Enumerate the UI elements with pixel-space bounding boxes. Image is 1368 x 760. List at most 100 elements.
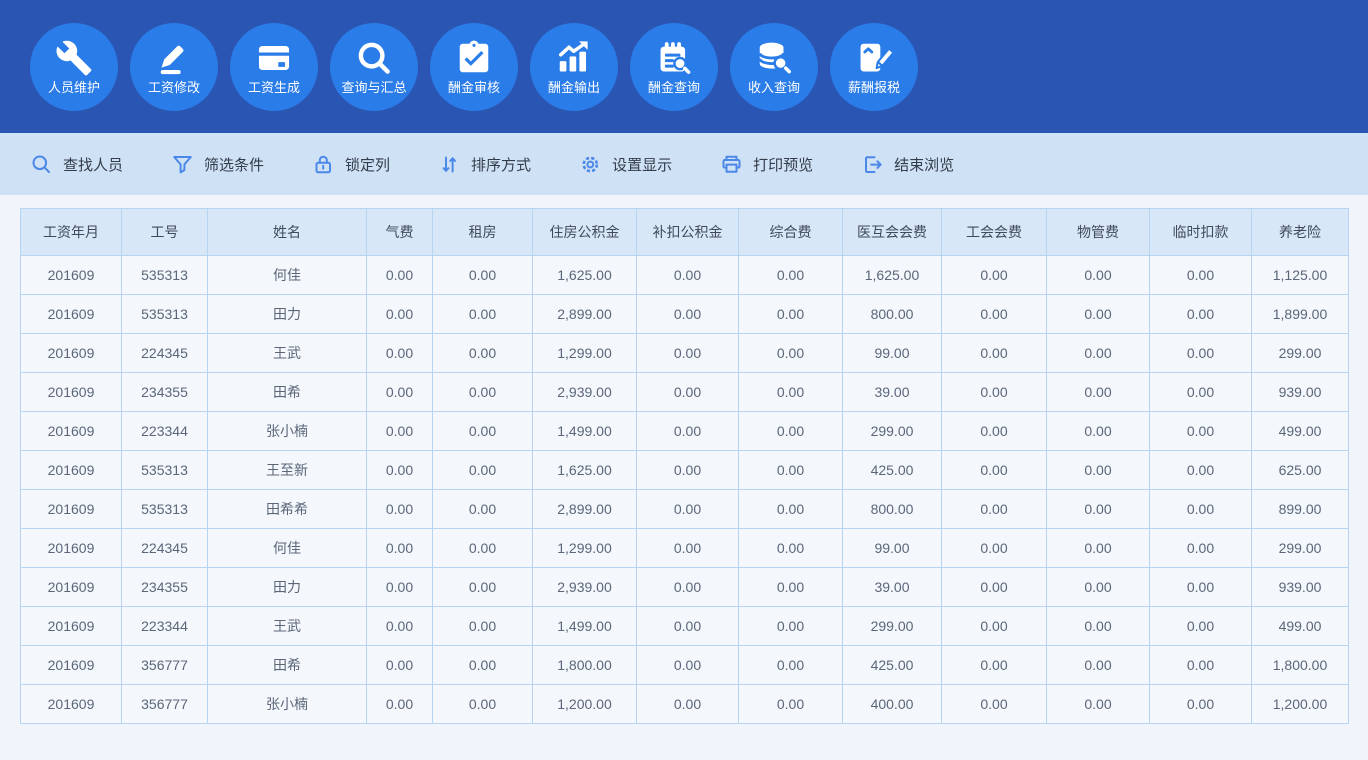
table-cell: 0.00 <box>1047 529 1150 568</box>
table-row[interactable]: 201609356777张小楠0.000.001,200.000.000.004… <box>21 685 1349 724</box>
table-row[interactable]: 201609223344王武0.000.001,499.000.000.0029… <box>21 607 1349 646</box>
column-header[interactable]: 租房 <box>433 209 533 256</box>
column-header[interactable]: 姓名 <box>208 209 367 256</box>
table-cell: 535313 <box>122 490 208 529</box>
column-header[interactable]: 医互会会费 <box>843 209 942 256</box>
table-cell: 201609 <box>21 373 122 412</box>
table-cell: 王至新 <box>208 451 367 490</box>
table-cell: 0.00 <box>1150 256 1252 295</box>
ribbon-button-label: 人员维护 <box>48 80 100 95</box>
ribbon-button-tax-report[interactable]: 薪酬报税 <box>830 23 918 111</box>
gear-icon <box>579 153 602 176</box>
table-cell: 何佳 <box>208 256 367 295</box>
table-cell: 何佳 <box>208 529 367 568</box>
ribbon-button-query-summary[interactable]: 查询与汇总 <box>330 23 418 111</box>
table-cell: 0.00 <box>1047 295 1150 334</box>
table-cell: 800.00 <box>843 490 942 529</box>
column-header[interactable]: 养老险 <box>1252 209 1349 256</box>
ribbon-button-pay-output[interactable]: 酬金输出 <box>530 23 618 111</box>
column-header[interactable]: 住房公积金 <box>533 209 637 256</box>
table-cell: 0.00 <box>637 295 739 334</box>
toolbar-item-find-person[interactable]: 查找人员 <box>30 153 123 176</box>
table-cell: 224345 <box>122 529 208 568</box>
table-cell: 0.00 <box>367 685 433 724</box>
toolbar-item-label: 锁定列 <box>345 154 390 175</box>
ribbon-button-income-query[interactable]: 收入查询 <box>730 23 818 111</box>
table-cell: 0.00 <box>433 490 533 529</box>
table-row[interactable]: 201609535313田希希0.000.002,899.000.000.008… <box>21 490 1349 529</box>
table-cell: 0.00 <box>739 451 843 490</box>
notepad-search-icon <box>655 39 693 77</box>
column-header[interactable]: 物管费 <box>1047 209 1150 256</box>
ribbon-button-pay-query[interactable]: 酬金查询 <box>630 23 718 111</box>
column-header[interactable]: 气费 <box>367 209 433 256</box>
column-header[interactable]: 工资年月 <box>21 209 122 256</box>
table-row[interactable]: 201609234355田力0.000.002,939.000.000.0039… <box>21 568 1349 607</box>
table-cell: 0.00 <box>942 568 1047 607</box>
column-header[interactable]: 补扣公积金 <box>637 209 739 256</box>
table-cell: 356777 <box>122 685 208 724</box>
ribbon-button-salary-edit[interactable]: 工资修改 <box>130 23 218 111</box>
clipboard-check-icon <box>455 39 493 77</box>
toolbar-item-label: 筛选条件 <box>204 154 264 175</box>
table-row[interactable]: 201609535313田力0.000.002,899.000.000.0080… <box>21 295 1349 334</box>
table-cell: 0.00 <box>1047 685 1150 724</box>
toolbar-item-end-browse[interactable]: 结束浏览 <box>861 153 954 176</box>
table-cell: 625.00 <box>1252 451 1349 490</box>
table-cell: 0.00 <box>942 529 1047 568</box>
table-cell: 0.00 <box>367 646 433 685</box>
column-header[interactable]: 工会会费 <box>942 209 1047 256</box>
toolbar-item-display-settings[interactable]: 设置显示 <box>579 153 672 176</box>
ribbon-button-label: 酬金输出 <box>548 80 600 95</box>
table-cell: 0.00 <box>433 646 533 685</box>
table-cell: 0.00 <box>942 334 1047 373</box>
ribbon-button-pay-review[interactable]: 酬金审核 <box>430 23 518 111</box>
table-row[interactable]: 201609224345何佳0.000.001,299.000.000.0099… <box>21 529 1349 568</box>
table-cell: 800.00 <box>843 295 942 334</box>
table-cell: 0.00 <box>433 568 533 607</box>
column-header[interactable]: 临时扣款 <box>1150 209 1252 256</box>
table-cell: 299.00 <box>1252 334 1349 373</box>
table-cell: 201609 <box>21 529 122 568</box>
table-cell: 201609 <box>21 490 122 529</box>
table-cell: 939.00 <box>1252 373 1349 412</box>
toolbar-item-lock-columns[interactable]: 锁定列 <box>312 153 390 176</box>
table-cell: 0.00 <box>367 334 433 373</box>
ribbon-button-label: 酬金查询 <box>648 80 700 95</box>
ribbon-button-personnel-maintenance[interactable]: 人员维护 <box>30 23 118 111</box>
toolbar-item-filter[interactable]: 筛选条件 <box>171 153 264 176</box>
table-cell: 299.00 <box>843 412 942 451</box>
column-header[interactable]: 综合费 <box>739 209 843 256</box>
table-cell: 0.00 <box>1047 334 1150 373</box>
table-row[interactable]: 201609535313王至新0.000.001,625.000.000.004… <box>21 451 1349 490</box>
wrench-icon <box>55 39 93 77</box>
table-cell: 0.00 <box>739 295 843 334</box>
ribbon-button-label: 工资生成 <box>248 80 300 95</box>
table-cell: 0.00 <box>637 373 739 412</box>
table-cell: 1,625.00 <box>533 256 637 295</box>
table-cell: 39.00 <box>843 568 942 607</box>
table-row[interactable]: 201609234355田希0.000.002,939.000.000.0039… <box>21 373 1349 412</box>
table-row[interactable]: 201609356777田希0.000.001,800.000.000.0042… <box>21 646 1349 685</box>
table-cell: 201609 <box>21 412 122 451</box>
table-cell: 1,800.00 <box>533 646 637 685</box>
table-cell: 1,499.00 <box>533 607 637 646</box>
table-row[interactable]: 201609224345王武0.000.001,299.000.000.0099… <box>21 334 1349 373</box>
table-cell: 0.00 <box>367 607 433 646</box>
table-cell: 2,899.00 <box>533 490 637 529</box>
table-cell: 0.00 <box>433 295 533 334</box>
table-cell: 201609 <box>21 451 122 490</box>
table-row[interactable]: 201609223344张小楠0.000.001,499.000.000.002… <box>21 412 1349 451</box>
column-header[interactable]: 工号 <box>122 209 208 256</box>
table-cell: 499.00 <box>1252 412 1349 451</box>
toolbar-item-sort[interactable]: 排序方式 <box>438 153 531 176</box>
table-row[interactable]: 201609535313何佳0.000.001,625.000.000.001,… <box>21 256 1349 295</box>
database-search-icon <box>755 39 793 77</box>
toolbar-item-print-preview[interactable]: 打印预览 <box>720 153 813 176</box>
table-cell: 0.00 <box>739 334 843 373</box>
ribbon-button-salary-generate[interactable]: 工资生成 <box>230 23 318 111</box>
table-cell: 0.00 <box>942 685 1047 724</box>
table-cell: 0.00 <box>1047 256 1150 295</box>
table-cell: 田希希 <box>208 490 367 529</box>
table-cell: 0.00 <box>433 451 533 490</box>
